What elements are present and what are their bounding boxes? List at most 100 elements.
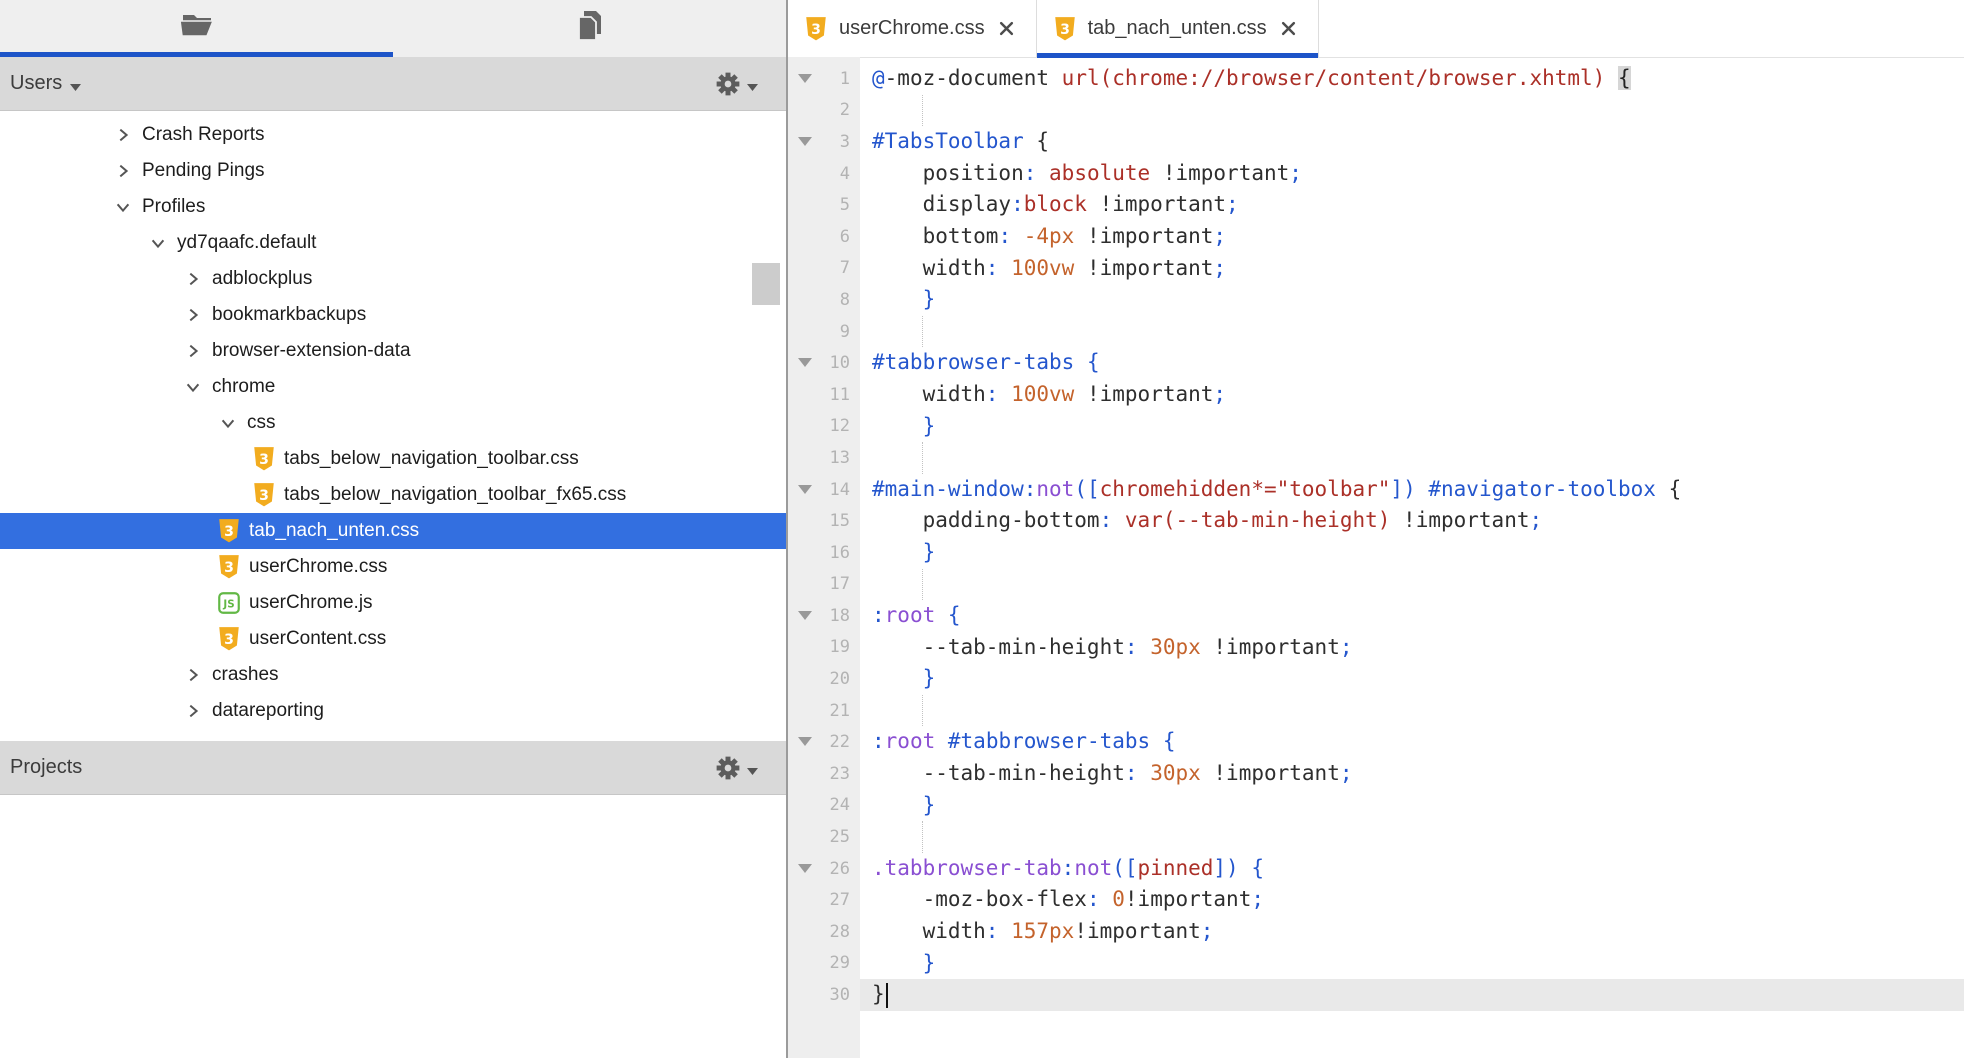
gutter-line: 9: [788, 316, 860, 348]
line-number: 26: [830, 859, 850, 879]
chevron-right-icon[interactable]: [182, 304, 204, 326]
chevron-right-icon[interactable]: [182, 700, 204, 722]
tree-item[interactable]: chrome: [0, 369, 786, 405]
gutter-line: 1: [788, 63, 860, 95]
editor-tab[interactable]: 3tab_nach_unten.css: [1037, 0, 1319, 57]
line-number: 15: [830, 511, 850, 531]
tab-close-button[interactable]: [1281, 21, 1296, 36]
fold-triangle-icon[interactable]: [798, 864, 812, 873]
line-number: 13: [830, 448, 850, 468]
chevron-down-icon[interactable]: [217, 412, 239, 434]
chevron-right-icon[interactable]: [182, 268, 204, 290]
tree-item[interactable]: 3tabs_below_navigation_toolbar.css: [0, 441, 786, 477]
chevron-down-icon[interactable]: [182, 376, 204, 398]
css-file-icon: 3: [217, 518, 241, 544]
code-area[interactable]: @-moz-document url(chrome://browser/cont…: [860, 57, 1964, 1058]
tree-item[interactable]: Profiles: [0, 189, 786, 225]
tab-close-button[interactable]: [999, 21, 1014, 36]
gutter-line: 3: [788, 126, 860, 158]
editor-tab[interactable]: 3userChrome.css: [788, 0, 1037, 57]
line-number: 3: [840, 132, 850, 152]
chevron-right-icon[interactable]: [182, 664, 204, 686]
chevron-right-icon[interactable]: [182, 340, 204, 362]
tree-item[interactable]: yd7qaafc.default: [0, 225, 786, 261]
line-number: 1: [840, 69, 850, 89]
fold-triangle-icon[interactable]: [798, 358, 812, 367]
line-number: 12: [830, 416, 850, 436]
caret-down-icon: [747, 758, 758, 781]
tree-item[interactable]: bookmarkbackups: [0, 297, 786, 333]
chevron-down-icon: [114, 198, 132, 216]
folder-open-icon: [178, 11, 216, 46]
css-file-icon: 3: [1053, 16, 1077, 42]
code-line: [860, 821, 1964, 853]
chevron-down-icon[interactable]: [112, 196, 134, 218]
code-line: bottom: -4px !important;: [860, 221, 1964, 253]
tree-item[interactable]: 3userContent.css: [0, 621, 786, 657]
code-line: }: [860, 790, 1964, 822]
code-line: padding-bottom: var(--tab-min-height) !i…: [860, 505, 1964, 537]
tree-item[interactable]: Pending Pings: [0, 153, 786, 189]
tree-item[interactable]: JSuserChrome.js: [0, 585, 786, 621]
indent-guide: [922, 821, 923, 853]
code-line: width: 157px!important;: [860, 916, 1964, 948]
line-number: 5: [840, 195, 850, 215]
tree-item[interactable]: 3userChrome.css: [0, 549, 786, 585]
fold-triangle-icon[interactable]: [798, 737, 812, 746]
tree-item[interactable]: 3tab_nach_unten.css: [0, 513, 786, 549]
tree-item[interactable]: browser-extension-data: [0, 333, 786, 369]
tree-item[interactable]: css: [0, 405, 786, 441]
line-number: 9: [840, 322, 850, 342]
code-line: width: 100vw !important;: [860, 253, 1964, 285]
panel-tab-files[interactable]: [0, 0, 393, 57]
indent-guide: [922, 95, 923, 127]
js-file-icon: JS: [217, 590, 241, 616]
chevron-right-icon[interactable]: [112, 124, 134, 146]
line-number: 11: [830, 385, 850, 405]
fold-triangle-icon[interactable]: [798, 485, 812, 494]
code-line: :root #tabbrowser-tabs {: [860, 726, 1964, 758]
gutter-line: 29: [788, 948, 860, 980]
line-number: 7: [840, 258, 850, 278]
chevron-down-icon: [149, 234, 167, 252]
gutter-line: 27: [788, 884, 860, 916]
tree-item[interactable]: crashes: [0, 657, 786, 693]
chevron-right-icon[interactable]: [112, 160, 134, 182]
users-caret-down-icon[interactable]: [70, 74, 81, 97]
fold-triangle-icon[interactable]: [798, 74, 812, 83]
tree-item[interactable]: 3tabs_below_navigation_toolbar_fx65.css: [0, 477, 786, 513]
projects-settings-button[interactable]: [715, 741, 758, 794]
chevron-right-icon: [184, 342, 202, 360]
chevron-right-icon: [114, 126, 132, 144]
css-file-icon: 3: [217, 554, 241, 580]
tree-item-label: datareporting: [212, 693, 324, 729]
code-line: width: 100vw !important;: [860, 379, 1964, 411]
tree-item[interactable]: adblockplus: [0, 261, 786, 297]
code-line: position: absolute !important;: [860, 158, 1964, 190]
tree-item-label: Pending Pings: [142, 153, 265, 189]
line-number: 18: [830, 606, 850, 626]
gutter-line: 26: [788, 853, 860, 885]
line-number: 2: [840, 100, 850, 120]
code-line: [860, 316, 1964, 348]
users-settings-button[interactable]: [715, 57, 758, 110]
gutter-line: 30: [788, 979, 860, 1011]
tree-item[interactable]: Crash Reports: [0, 117, 786, 153]
css-file-icon: 3: [1053, 16, 1077, 42]
css-file-icon: 3: [252, 446, 276, 472]
tree-item[interactable]: datareporting: [0, 693, 786, 729]
tree-item-label: crashes: [212, 657, 279, 693]
chevron-right-icon: [184, 666, 202, 684]
svg-text:3: 3: [224, 524, 234, 540]
css-file-icon: 3: [217, 626, 241, 652]
code-line: --tab-min-height: 30px !important;: [860, 758, 1964, 790]
gutter-line: 14: [788, 474, 860, 506]
chevron-down-icon[interactable]: [147, 232, 169, 254]
fold-triangle-icon[interactable]: [798, 611, 812, 620]
sidebar-scrollbar-thumb[interactable]: [752, 263, 780, 305]
sidebar-editor-divider[interactable]: [786, 0, 788, 1058]
fold-triangle-icon[interactable]: [798, 137, 812, 146]
panel-tab-documents[interactable]: [393, 0, 786, 57]
line-number: 29: [830, 953, 850, 973]
code-line: }: [860, 948, 1964, 980]
